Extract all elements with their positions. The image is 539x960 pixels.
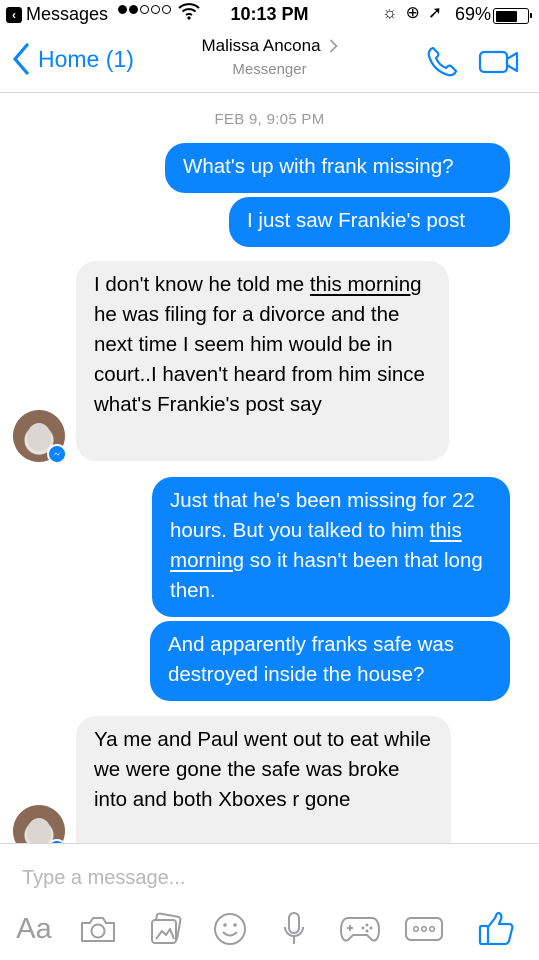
like-button[interactable]	[474, 910, 518, 948]
message-text: And apparently franks safe was destroyed…	[168, 633, 455, 686]
games-button[interactable]	[336, 910, 384, 948]
contact-name: Malissa Ancona	[201, 36, 321, 55]
home-back-button[interactable]: Home (1)	[12, 43, 134, 75]
contact-avatar[interactable]	[13, 410, 67, 464]
message-text: Ya me and Paul went out to eat while we …	[94, 728, 431, 811]
chevron-left-icon	[13, 43, 29, 75]
message-bubble-outgoing[interactable]: I just saw Frankie's post	[229, 197, 510, 247]
message-bubble-outgoing[interactable]: Just that he's been missing for 22 hours…	[152, 477, 510, 617]
message-input[interactable]	[10, 858, 510, 898]
camera-button[interactable]	[78, 910, 118, 948]
message-text-link[interactable]: this morning	[310, 273, 422, 296]
system-icons: ☼ ⊕ ➚	[382, 3, 442, 23]
avatar-face	[27, 818, 51, 846]
more-icon	[405, 917, 443, 941]
voice-button[interactable]	[274, 910, 314, 948]
status-bar: ‹ Messages 10:13 PM ☼ ⊕ ➚ 69%	[0, 0, 539, 30]
message-text: I just saw Frankie's post	[247, 209, 466, 232]
conversation-title[interactable]: Malissa Ancona Messenger	[160, 36, 379, 78]
message-text: I don't know he told me	[94, 273, 310, 296]
phone-icon[interactable]	[424, 44, 460, 80]
thumbs-up-icon	[478, 911, 514, 946]
message-text: he was filing for a divorce and the next…	[94, 303, 425, 416]
message-bubble-incoming[interactable]: I don't know he told me this morning he …	[76, 261, 449, 461]
avatar-face	[27, 423, 51, 451]
composer-toolbar: Aa	[0, 910, 539, 950]
battery-fill	[495, 10, 517, 22]
brightness-icon: ☼	[382, 3, 398, 22]
photo-gallery-button[interactable]	[146, 910, 186, 948]
composer: Aa	[0, 843, 539, 960]
message-text: What's up with frank missing?	[183, 155, 454, 178]
emoji-icon	[214, 913, 246, 945]
message-timestamp: FEB 9, 9:05 PM	[214, 111, 325, 128]
message-bubble-outgoing[interactable]: And apparently franks safe was destroyed…	[150, 621, 510, 701]
contact-subtitle: Messenger	[232, 61, 307, 78]
text-format-label: Aa	[16, 912, 52, 945]
photo-gallery-icon	[151, 912, 182, 944]
battery-icon	[493, 8, 532, 24]
back-button-label: Home (1)	[38, 45, 134, 72]
navigation-bar: Home (1) Malissa Ancona Messenger	[0, 30, 539, 93]
game-controller-icon	[340, 917, 380, 942]
orientation-lock-icon: ⊕	[405, 3, 420, 22]
camera-icon	[81, 917, 115, 942]
messenger-badge-icon	[47, 444, 67, 464]
more-options-button[interactable]	[402, 910, 446, 948]
text-format-button[interactable]: Aa	[14, 910, 54, 948]
message-bubble-outgoing[interactable]: What's up with frank missing?	[165, 143, 510, 193]
video-camera-icon[interactable]	[478, 48, 520, 76]
battery-percent: 69%	[455, 4, 492, 24]
microphone-icon	[284, 912, 304, 944]
emoji-button[interactable]	[210, 910, 250, 948]
chevron-right-icon	[329, 39, 338, 53]
location-arrow-icon: ➚	[427, 3, 443, 22]
